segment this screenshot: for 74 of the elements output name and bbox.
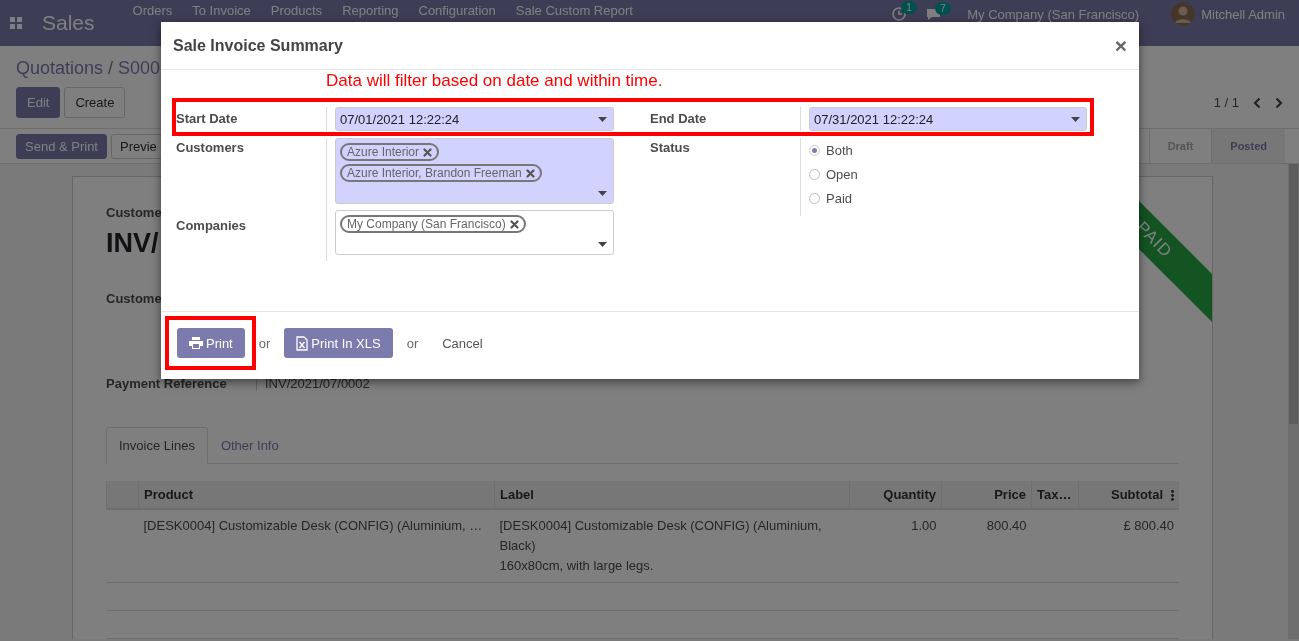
apps-grid-icon[interactable] [10,17,22,29]
column-header[interactable]: Subtotal [1078,481,1179,509]
tags-field[interactable]: Azure Interior Azure Interior, Brandon Freeman [335,138,614,204]
create-button[interactable]: Create [64,87,126,118]
send-print-button[interactable]: Send & Print [16,133,107,159]
menu-item[interactable]: Products [270,3,323,18]
spreadsheet-file-icon [296,335,309,351]
edit-button[interactable]: Edit [16,87,61,118]
column-header[interactable]: Tax… [1031,481,1079,509]
menu-item[interactable]: Orders [132,3,173,18]
table-cell: £ 800.40 [1078,509,1179,583]
table-cell: [DESK0004] Customizable Desk (CONFIG) (Aluminium, … [138,509,495,583]
radio-label[interactable]: Paid [826,190,853,206]
table-cell: 800.40 [941,509,1032,583]
print-button[interactable]: Print [177,328,245,358]
activity-count-badge: 1 [901,1,917,14]
next-icon[interactable] [1275,96,1283,109]
tab[interactable]: Invoice Lines [106,427,208,464]
company-switcher[interactable]: My Company (San Francisco) [967,6,1140,22]
column-header[interactable]: Product [138,481,495,509]
field-label: Status [650,139,691,157]
tag: Azure Interior, Brandon Freeman [340,164,542,182]
dialog-title: Sale Invoice Summary [173,36,344,55]
caret-icon [598,242,607,247]
field-label: Custome [106,291,163,306]
breadcrumb-separator: / [108,58,114,79]
clock-icon[interactable] [892,7,907,21]
app-title[interactable]: Sales [42,11,95,35]
caret-icon [598,116,607,122]
breadcrumb-item[interactable]: Quotations [16,58,104,79]
radio-label[interactable]: Open [826,166,858,182]
user-name[interactable]: Mitchell Admin [1201,6,1285,22]
column-header[interactable]: Label [494,481,850,509]
printer-icon [189,337,203,349]
caret-icon [1071,116,1080,122]
field-label: End Date [650,110,708,128]
field-label: Companies [176,217,248,235]
or-text: or [258,335,271,351]
menu-item[interactable]: Sale Custom Report [515,3,633,18]
field-label: Start Date [176,110,239,128]
tag: My Company (San Francisco) [340,215,526,233]
field-label: Payment Reference [106,376,228,391]
or-text: or [406,335,419,351]
document-type-label: Custome [106,205,163,220]
breadcrumb-item: S000 [118,58,161,79]
table-cell: [DESK0004] Customizable Desk (CONFIG) (Aluminium, Black) 160x80cm, with large legs. [494,509,850,583]
pager-counter: 1 / 1 [1213,95,1239,110]
menu-item[interactable]: Reporting [342,3,399,18]
previous-icon[interactable] [1253,96,1261,109]
remove-icon[interactable] [525,168,535,178]
close-button[interactable]: × [1114,33,1127,58]
tags-field[interactable]: My Company (San Francisco) [335,210,614,255]
status-step[interactable]: Posted [1211,129,1285,163]
cancel-link[interactable]: Cancel [432,335,493,351]
tab[interactable]: Other Info [207,427,292,464]
column-options-icon[interactable] [1171,490,1174,502]
remove-icon[interactable] [509,219,519,229]
note-text: Data will filter based on date and within time. [326,70,664,92]
column-header[interactable]: Quantity [849,481,942,509]
table-cell: 1.00 [849,509,942,583]
menu-item[interactable]: To Invoice [192,3,251,18]
date-field[interactable]: 07/01/2021 12:22:24 [335,107,614,131]
tag: Azure Interior [340,143,440,161]
menu-item[interactable]: Configuration [418,3,496,18]
date-field[interactable]: 07/31/2021 12:22:24 [809,107,1087,131]
print-xls-button[interactable]: Print In XLS [284,328,393,358]
scrollbar[interactable] [1288,164,1299,639]
column-header[interactable]: Price [941,481,1032,509]
invoice-number: INV/ [106,228,159,259]
field-label: Customers [176,139,245,157]
radio-label[interactable]: Both [826,142,853,158]
remove-icon[interactable] [423,147,433,157]
message-count-badge: 7 [935,1,951,15]
caret-icon [598,191,607,196]
